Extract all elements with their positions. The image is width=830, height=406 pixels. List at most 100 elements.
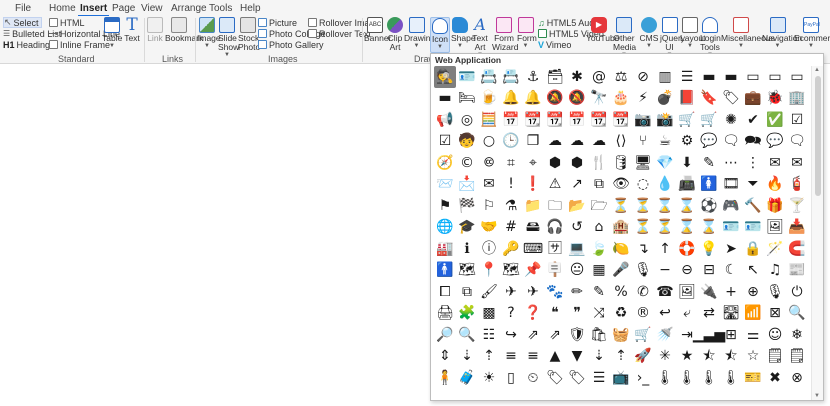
scroll-thumb[interactable] [815, 76, 821, 196]
spinner-icon[interactable]: ✳ [654, 346, 676, 368]
folder-icon[interactable]: 📁 [522, 195, 544, 217]
picture-button[interactable]: Picture [258, 17, 297, 28]
bookmark-outline-icon[interactable]: 🏷 [720, 88, 742, 110]
eyedropper-icon[interactable]: 💧 [654, 174, 676, 196]
battery-empty-icon[interactable]: ▭ [786, 66, 808, 88]
history-icon[interactable]: ↺ [566, 217, 588, 239]
share-square-icon[interactable]: ⇗ [522, 324, 544, 346]
shopping-cart-icon[interactable]: 🛒 [632, 324, 654, 346]
exclamation-circle-icon[interactable]: ❗ [522, 174, 544, 196]
bomb-icon[interactable]: 💣 [654, 88, 676, 110]
plus-icon[interactable]: + [720, 281, 742, 303]
flask-icon[interactable]: ⚗ [500, 195, 522, 217]
calendar-times-icon[interactable]: 📆 [610, 109, 632, 131]
headphones-icon[interactable]: 🎧 [544, 217, 566, 239]
edit-icon[interactable]: ✎ [698, 152, 720, 174]
globe-icon[interactable]: 🌐 [434, 217, 456, 239]
sort-numeric-asc-icon[interactable]: ⇣ [588, 346, 610, 368]
smile-icon[interactable]: ☺ [764, 324, 786, 346]
thermometer-half-icon[interactable]: 🌡 [698, 367, 720, 389]
bell-slash-icon[interactable]: 🔕 [544, 88, 566, 110]
glass-icon[interactable]: 🍸 [786, 195, 808, 217]
mouse-pointer-icon[interactable]: ↖ [742, 260, 764, 282]
shower-icon[interactable]: 🚿 [654, 324, 676, 346]
random-icon[interactable]: ⤨ [588, 303, 610, 325]
male-icon[interactable]: 🚹 [434, 260, 456, 282]
other-media-button[interactable]: Other Media ▼ [613, 17, 636, 58]
copyright-icon[interactable]: © [456, 152, 478, 174]
street-view-icon[interactable]: 🧍 [434, 367, 456, 389]
sort-desc-icon[interactable]: ▼ [566, 346, 588, 368]
life-ring-icon[interactable]: 🛟 [676, 238, 698, 260]
phone-icon[interactable]: ✆ [632, 281, 654, 303]
minus-circle-icon[interactable]: ⊖ [676, 260, 698, 282]
briefcase-icon[interactable]: 💼 [742, 88, 764, 110]
futbol-icon[interactable]: ⚽ [698, 195, 720, 217]
handshake-icon[interactable]: 🤝 [478, 217, 500, 239]
times-circle-icon[interactable]: ⊗ [786, 367, 808, 389]
hourglass-icon[interactable]: ⌛ [676, 195, 698, 217]
coffee-icon[interactable]: ☕ [654, 131, 676, 153]
bell-outline-icon[interactable]: 🔔 [522, 88, 544, 110]
fax-icon[interactable]: 📠 [676, 174, 698, 196]
sticky-note-icon[interactable]: 🗒 [764, 346, 786, 368]
cms-button[interactable]: CMS ▼ [638, 17, 660, 53]
shape-button[interactable]: Shape ▼ [451, 17, 476, 53]
lemon-icon[interactable]: 🍋 [610, 238, 632, 260]
cloud-icon[interactable]: ☁ [544, 131, 566, 153]
bolt-icon[interactable]: ⚡ [632, 88, 654, 110]
film-icon[interactable]: 🎞 [720, 174, 742, 196]
envelope-square-icon[interactable]: ✉ [478, 174, 500, 196]
hashtag-icon[interactable]: # [500, 217, 522, 239]
paper-plane-outline-icon[interactable]: ✈ [522, 281, 544, 303]
share-square-outline-icon[interactable]: ⇗ [544, 324, 566, 346]
clone-icon[interactable]: ❐ [522, 131, 544, 153]
text-art-button[interactable]: A Text Art ▼ [471, 17, 489, 59]
thermometer-quarter-icon[interactable]: 🌡 [720, 367, 742, 389]
magnet-icon[interactable]: 🧲 [786, 238, 808, 260]
circle-outline-icon[interactable]: ○ [478, 131, 500, 153]
map-signs-icon[interactable]: 🪧 [544, 260, 566, 282]
comments-icon[interactable]: 🗪 [742, 131, 764, 153]
music-icon[interactable]: ♫ [764, 260, 786, 282]
ellipsis-v-icon[interactable]: ⋮ [742, 152, 764, 174]
envelope-open-outline-icon[interactable]: 📩 [456, 174, 478, 196]
question-icon[interactable]: ? [500, 303, 522, 325]
shopping-basket-icon[interactable]: 🧺 [610, 324, 632, 346]
cog-icon[interactable]: ⚙ [676, 131, 698, 153]
magic-icon[interactable]: 🪄 [764, 238, 786, 260]
balance-scale-icon[interactable]: ⚖ [610, 66, 632, 88]
hourglass-start-alt-icon[interactable]: ⏳ [632, 217, 654, 239]
reply-icon[interactable]: ↩ [654, 303, 676, 325]
drawing-button[interactable]: Drawing ▼ [404, 17, 435, 53]
road-icon[interactable]: 🛣 [720, 303, 742, 325]
filter-icon[interactable]: ⏷ [742, 174, 764, 196]
ticket-icon[interactable]: 🎫 [742, 367, 764, 389]
sort-asc-icon[interactable]: ▲ [544, 346, 566, 368]
ban-icon[interactable]: ⊘ [632, 66, 654, 88]
bug-icon[interactable]: 🐞 [764, 88, 786, 110]
paw-icon[interactable]: 🐾 [544, 281, 566, 303]
code-fork-icon[interactable]: ⑂ [632, 131, 654, 153]
icon-gallery-scrollbar[interactable]: ▲ ▼ [811, 66, 823, 400]
key-icon[interactable]: 🔑 [500, 238, 522, 260]
hourglass-half-icon[interactable]: ⏳ [632, 195, 654, 217]
cubes-icon[interactable]: ⬢ [566, 152, 588, 174]
binoculars-icon[interactable]: 🔭 [588, 88, 610, 110]
object-ungroup-icon[interactable]: ⧉ [456, 281, 478, 303]
minus-icon[interactable]: − [654, 260, 676, 282]
crop-icon[interactable]: ⌗ [500, 152, 522, 174]
minus-square-icon[interactable]: ⊟ [698, 260, 720, 282]
shield-icon[interactable]: 🛡 [566, 324, 588, 346]
sun-icon[interactable]: ☀ [478, 367, 500, 389]
info-icon[interactable]: ℹ [456, 238, 478, 260]
battery-half-icon[interactable]: ▭ [742, 66, 764, 88]
leaf-icon[interactable]: 🍃 [588, 238, 610, 260]
reply-all-icon[interactable]: ⤶ [676, 303, 698, 325]
banner-button[interactable]: ABC Banner [364, 17, 391, 53]
icon-button[interactable]: Icon ▼ [430, 17, 450, 53]
sort-numeric-desc-icon[interactable]: ⇡ [610, 346, 632, 368]
cloud-download-icon[interactable]: ☁ [566, 131, 588, 153]
calendar-plus-icon[interactable]: 📆 [588, 109, 610, 131]
camera-icon[interactable]: 📷 [632, 109, 654, 131]
